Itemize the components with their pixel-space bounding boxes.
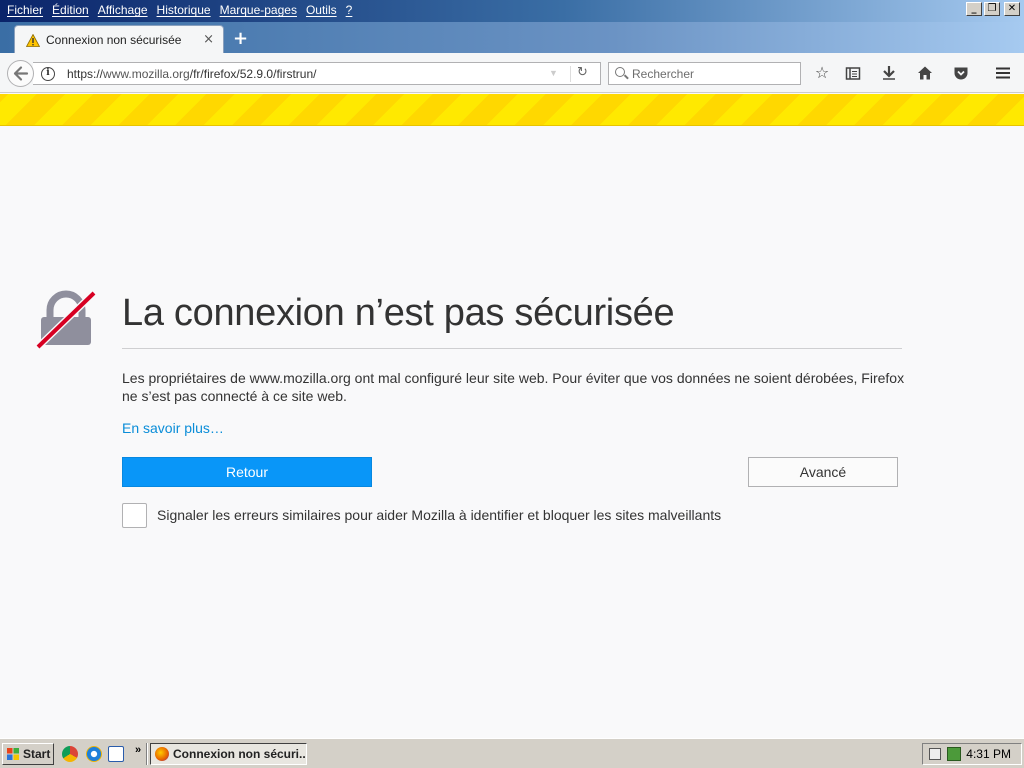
restore-button[interactable]: ❐ <box>984 2 1000 16</box>
url-dropdown-icon[interactable]: ▼ <box>549 68 558 78</box>
pocket-icon[interactable] <box>950 62 972 84</box>
menu-fichier[interactable]: Fichier <box>0 2 43 20</box>
report-errors-label: Signaler les erreurs similaires pour aid… <box>157 507 722 523</box>
site-info-icon[interactable]: i <box>41 67 55 81</box>
internet-explorer-icon[interactable] <box>86 746 102 762</box>
keyboard-icon[interactable] <box>929 748 941 760</box>
taskbar-window-title: Connexion non sécuri... <box>173 747 307 761</box>
tab-strip: Connexion non sécurisée × + <box>0 22 1024 53</box>
bookmark-star-icon[interactable]: ☆ <box>811 62 833 84</box>
download-icon[interactable] <box>878 62 900 84</box>
system-tray: 4:31 PM <box>922 743 1022 765</box>
search-icon <box>615 67 625 77</box>
url-separator <box>570 66 571 82</box>
new-tab-button[interactable]: + <box>233 28 248 49</box>
search-input[interactable] <box>632 66 792 82</box>
menu-help[interactable]: ? <box>339 2 353 20</box>
url-scheme: https:// <box>67 67 104 81</box>
firefox-icon <box>155 747 169 761</box>
window-titlebar: Fichier Édition Affichage Historique Mar… <box>0 0 1024 22</box>
nav-bar: i https://www.mozilla.org/fr/firefox/52.… <box>0 53 1024 93</box>
menu-affichage[interactable]: Affichage <box>91 2 148 20</box>
reload-icon[interactable]: ↻ <box>577 65 588 80</box>
start-label: Start <box>23 747 51 761</box>
network-icon[interactable] <box>947 747 961 761</box>
home-icon[interactable] <box>914 62 936 84</box>
windows-logo-icon <box>7 748 19 760</box>
start-button[interactable]: Start <box>2 743 54 765</box>
url-text: https://www.mozilla.org/fr/firefox/52.9.… <box>67 67 316 81</box>
learn-more-link[interactable]: En savoir plus… <box>122 420 224 436</box>
warning-icon <box>26 34 40 47</box>
warning-stripe <box>0 94 1024 126</box>
url-host: www.mozilla.org <box>103 67 190 81</box>
report-errors-checkbox[interactable] <box>122 503 147 528</box>
close-window-button[interactable]: ✕ <box>1004 2 1020 16</box>
chrome-icon[interactable] <box>62 746 78 762</box>
menu-edition[interactable]: Édition <box>45 2 89 20</box>
reading-list-icon[interactable] <box>842 62 864 84</box>
tab-title: Connexion non sécurisée <box>46 33 182 47</box>
clock[interactable]: 4:31 PM <box>966 747 1011 761</box>
broken-lock-icon <box>36 290 96 350</box>
back-to-safety-button[interactable]: Retour <box>122 457 372 487</box>
tab-connexion[interactable]: Connexion non sécurisée × <box>14 25 224 53</box>
url-path: /fr/firefox/52.9.0/firstrun/ <box>189 67 317 81</box>
menu-marque-pages[interactable]: Marque-pages <box>213 2 297 20</box>
menu-historique[interactable]: Historique <box>150 2 211 20</box>
menu-outils[interactable]: Outils <box>299 2 337 20</box>
url-bar[interactable]: i https://www.mozilla.org/fr/firefox/52.… <box>33 62 601 85</box>
advanced-button[interactable]: Avancé <box>748 457 898 487</box>
search-bar[interactable] <box>608 62 801 85</box>
window-controls: _ ❐ ✕ <box>966 2 1020 16</box>
taskbar: Start » Connexion non sécuri... 4:31 PM <box>0 738 1024 768</box>
taskbar-separator <box>146 743 148 765</box>
menu-bar: Fichier Édition Affichage Historique Mar… <box>0 2 354 20</box>
error-title: La connexion n’est pas sécurisée <box>122 292 675 334</box>
minimize-button[interactable]: _ <box>966 2 982 16</box>
title-divider <box>122 348 902 349</box>
hamburger-menu-icon[interactable] <box>992 62 1014 84</box>
error-description: Les propriétaires de www.mozilla.org ont… <box>122 370 905 404</box>
back-button[interactable] <box>7 60 34 87</box>
quicklaunch-chevron[interactable]: » <box>135 744 141 756</box>
back-arrow-icon <box>13 66 29 81</box>
taskbar-firefox-window[interactable]: Connexion non sécuri... <box>150 743 307 765</box>
tab-close-icon[interactable]: × <box>203 32 214 47</box>
error-page: La connexion n’est pas sécurisée Les pro… <box>0 127 1024 738</box>
explorer-icon[interactable] <box>108 746 124 762</box>
